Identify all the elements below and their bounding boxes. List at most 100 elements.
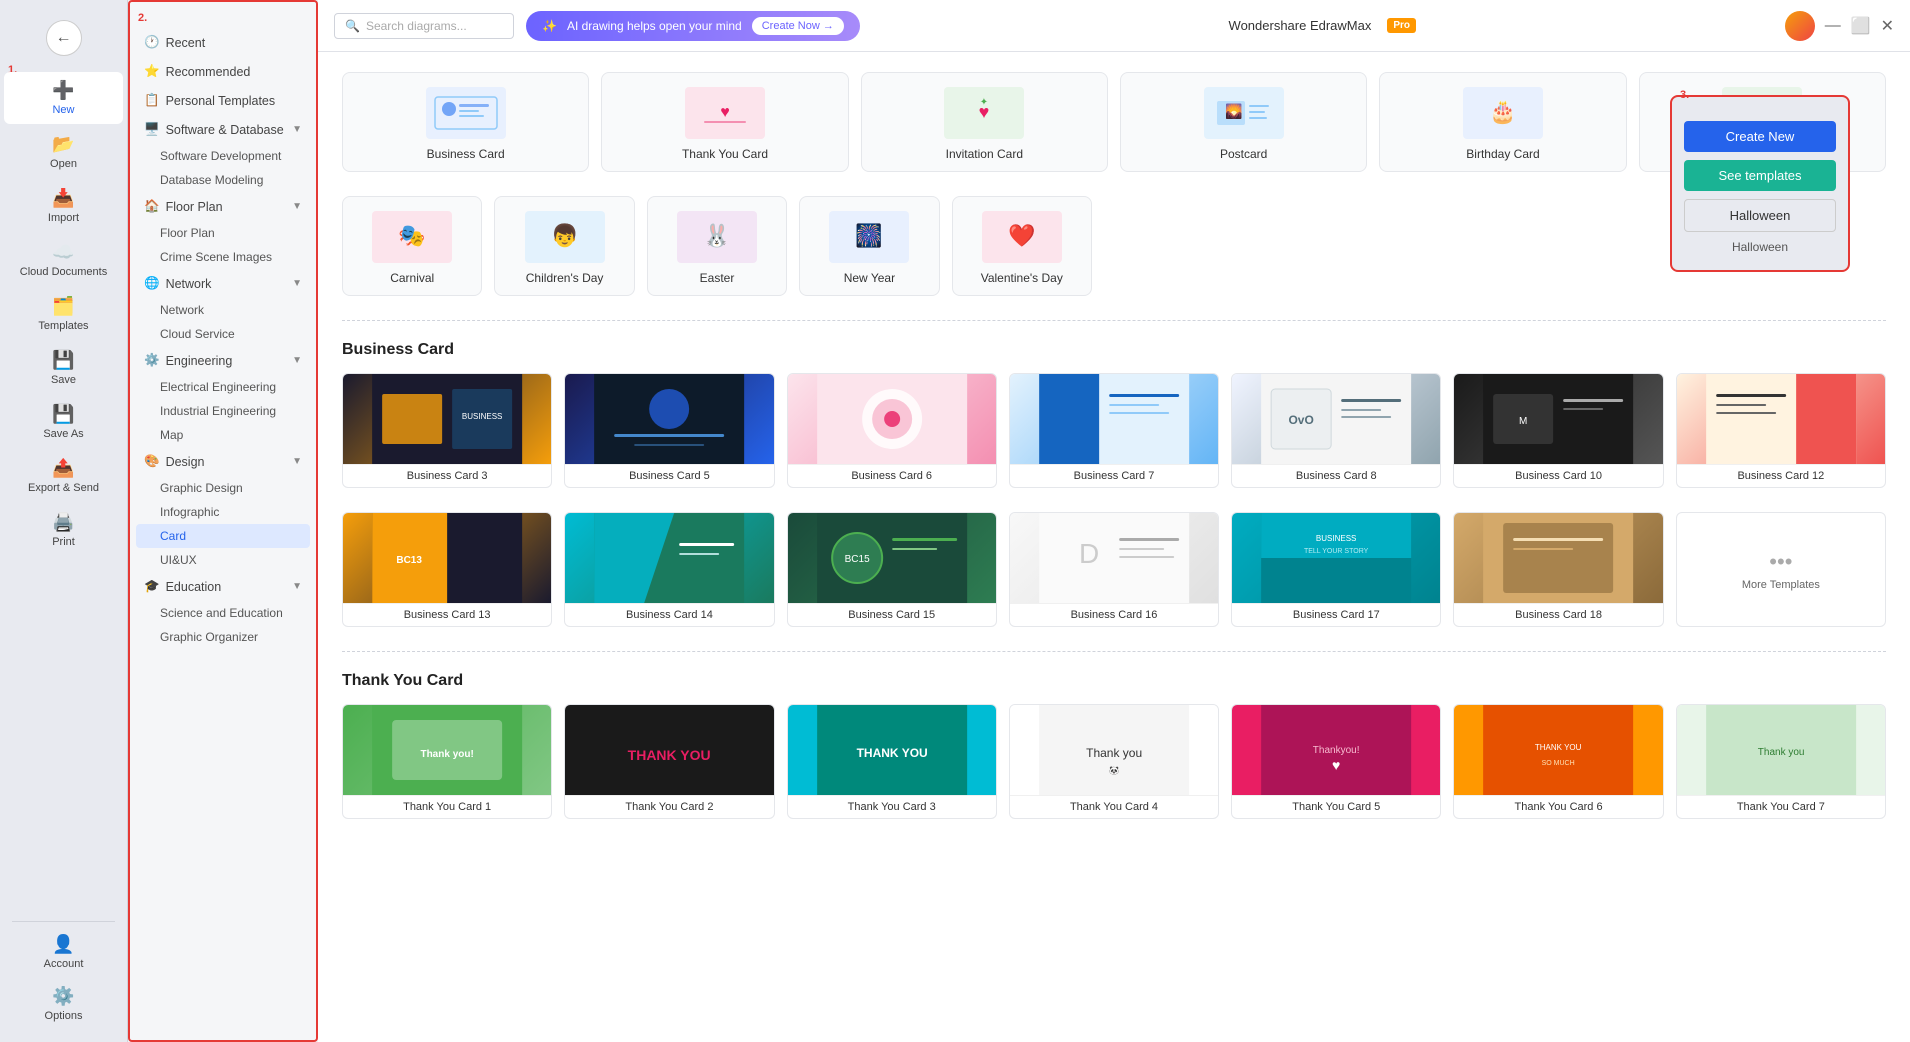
tmpl-bc13-label: Business Card 13 [343,603,551,626]
engineering-chevron: ▼ [292,355,302,366]
recommended-icon: ⭐ [144,64,160,79]
carnival-icon: 🎭 [372,211,452,263]
tmpl-bc3[interactable]: BUSINESS Business Card 3 [342,373,552,488]
tmpl-ty5[interactable]: Thankyou! ♥ Thank You Card 5 [1231,704,1441,819]
nav-software[interactable]: 🖥️ Software & Database ▼ [130,115,316,144]
cat-invitation[interactable]: ♥ ✦ Invitation Card [861,72,1108,172]
svg-text:Thank you!: Thank you! [420,749,473,760]
nav-graphic-org[interactable]: Graphic Organizer [130,625,316,649]
svg-text:THANK YOU: THANK YOU [856,746,927,760]
sidebar-item-new[interactable]: ➕ New [4,72,123,124]
cat-thank-you[interactable]: ♥ Thank You Card [601,72,848,172]
sidebar-item-account[interactable]: 👤 Account [0,926,127,978]
cat-carnival[interactable]: 🎭 Carnival [342,196,482,296]
svg-text:BC15: BC15 [844,554,869,565]
sidebar-item-print[interactable]: 🖨️ Print [0,504,127,556]
close-icon[interactable]: ✕ [1881,16,1894,36]
nav-personal[interactable]: 📋 Personal Templates [130,86,316,115]
avatar[interactable] [1785,11,1815,41]
tmpl-ty6[interactable]: THANK YOU SO MUCH Thank You Card 6 [1453,704,1663,819]
popup-create-new-button[interactable]: Create New [1684,121,1836,152]
tmpl-bc18[interactable]: Business Card 18 [1453,512,1663,627]
tmpl-bc12[interactable]: Business Card 12 [1676,373,1886,488]
cat-childrens-day[interactable]: 👦 Children's Day [494,196,634,296]
nav-sw-dev[interactable]: Software Development [130,144,316,168]
tmpl-bc12-img [1677,374,1885,464]
cat-new-year[interactable]: 🎆 New Year [799,196,939,296]
sidebar-item-templates[interactable]: 🗂️ Templates [0,288,127,340]
nav-uiux[interactable]: UI&UX [130,548,316,572]
back-button[interactable]: ← [46,20,82,56]
sidebar-item-save-label: Save [51,374,76,386]
nav-recommended[interactable]: ⭐ Recommended [130,57,316,86]
tmpl-bc7-label: Business Card 7 [1010,464,1218,487]
childrens-day-icon: 👦 [525,211,605,263]
cat-business-card[interactable]: Business Card [342,72,589,172]
nav-network[interactable]: 🌐 Network ▼ [130,269,316,298]
svg-text:❤️: ❤️ [1008,223,1036,248]
nav-floor[interactable]: 🏠 Floor Plan ▼ [130,192,316,221]
sidebar-item-options[interactable]: ⚙️ Options [0,978,127,1030]
svg-text:Thankyou!: Thankyou! [1313,745,1360,756]
more-templates-card[interactable]: ••• More Templates [1676,512,1886,627]
popup-see-templates-button[interactable]: See templates [1684,160,1836,191]
cat-postcard[interactable]: 🌄 Postcard [1120,72,1367,172]
nav-education[interactable]: 🎓 Education ▼ [130,572,316,601]
nav-design[interactable]: 🎨 Design ▼ [130,447,316,476]
nav-floor-plan[interactable]: Floor Plan [130,221,316,245]
tmpl-bc14[interactable]: Business Card 14 [564,512,774,627]
cat-birthday[interactable]: 🎂 Birthday Card [1379,72,1626,172]
search-box[interactable]: 🔍 Search diagrams... [334,13,514,39]
tmpl-bc16[interactable]: D Business Card 16 [1009,512,1219,627]
sidebar-item-saveas[interactable]: 💾 Save As [0,396,127,448]
tmpl-bc13[interactable]: BC13 Business Card 13 [342,512,552,627]
tmpl-ty1[interactable]: Thank you! Thank You Card 1 [342,704,552,819]
nav-db-model[interactable]: Database Modeling [130,168,316,192]
tmpl-bc17[interactable]: BUSINESS TELL YOUR STORY Business Card 1… [1231,512,1441,627]
tmpl-ty7[interactable]: Thank you Thank You Card 7 [1676,704,1886,819]
open-icon: 📂 [52,134,74,155]
create-now-button[interactable]: Create Now → [752,17,844,35]
nav-graphic[interactable]: Graphic Design [130,476,316,500]
tmpl-ty4[interactable]: Thank you 🐼 Thank You Card 4 [1009,704,1219,819]
nav-elec-eng[interactable]: Electrical Engineering [130,375,316,399]
tmpl-bc5-label: Business Card 5 [565,464,773,487]
sidebar-item-cloud[interactable]: ☁️ Cloud Documents [0,234,127,286]
nav-infographic[interactable]: Infographic [130,500,316,524]
sidebar-item-options-label: Options [45,1010,83,1022]
tmpl-bc7[interactable]: Business Card 7 [1009,373,1219,488]
cat-carnival-label: Carnival [390,271,434,285]
cat-easter[interactable]: 🐰 Easter [647,196,787,296]
tmpl-ty5-img: Thankyou! ♥ [1232,705,1440,795]
tmpl-bc15[interactable]: BC15 Business Card 15 [787,512,997,627]
nav-ind-eng[interactable]: Industrial Engineering [130,399,316,423]
sidebar-item-export[interactable]: 📤 Export & Send [0,450,127,502]
nav-map[interactable]: Map [130,423,316,447]
tmpl-bc8[interactable]: OvO Business Card 8 [1231,373,1441,488]
tmpl-ty2[interactable]: THANK YOU Thank You Card 2 [564,704,774,819]
popup-halloween-button[interactable]: Halloween [1684,199,1836,232]
sidebar-item-save[interactable]: 💾 Save [0,342,127,394]
nav-card[interactable]: Card [136,524,310,548]
tmpl-bc10[interactable]: M Business Card 10 [1453,373,1663,488]
svg-text:🐰: 🐰 [703,223,730,248]
nav-crime[interactable]: Crime Scene Images [130,245,316,269]
tmpl-bc5[interactable]: Business Card 5 [564,373,774,488]
tmpl-ty1-label: Thank You Card 1 [343,795,551,818]
sidebar-item-import[interactable]: 📥 Import [0,180,127,232]
minimize-icon[interactable]: — [1825,17,1841,35]
nav-engineering[interactable]: ⚙️ Engineering ▼ [130,346,316,375]
cat-valentines[interactable]: ❤️ Valentine's Day [952,196,1092,296]
nav-network-sub[interactable]: Network [130,298,316,322]
nav-recent[interactable]: 🕐 Recent [130,28,316,57]
nav-cloud-svc[interactable]: Cloud Service [130,322,316,346]
nav-science[interactable]: Science and Education [130,601,316,625]
import-icon: 📥 [52,188,74,209]
svg-text:🎭: 🎭 [398,223,425,248]
tmpl-ty3[interactable]: THANK YOU Thank You Card 3 [787,704,997,819]
svg-text:♥: ♥ [1332,757,1340,773]
network-chevron: ▼ [292,278,302,289]
tmpl-bc6[interactable]: Business Card 6 [787,373,997,488]
maximize-icon[interactable]: ⬜ [1851,16,1871,36]
sidebar-item-open[interactable]: 📂 Open [0,126,127,178]
